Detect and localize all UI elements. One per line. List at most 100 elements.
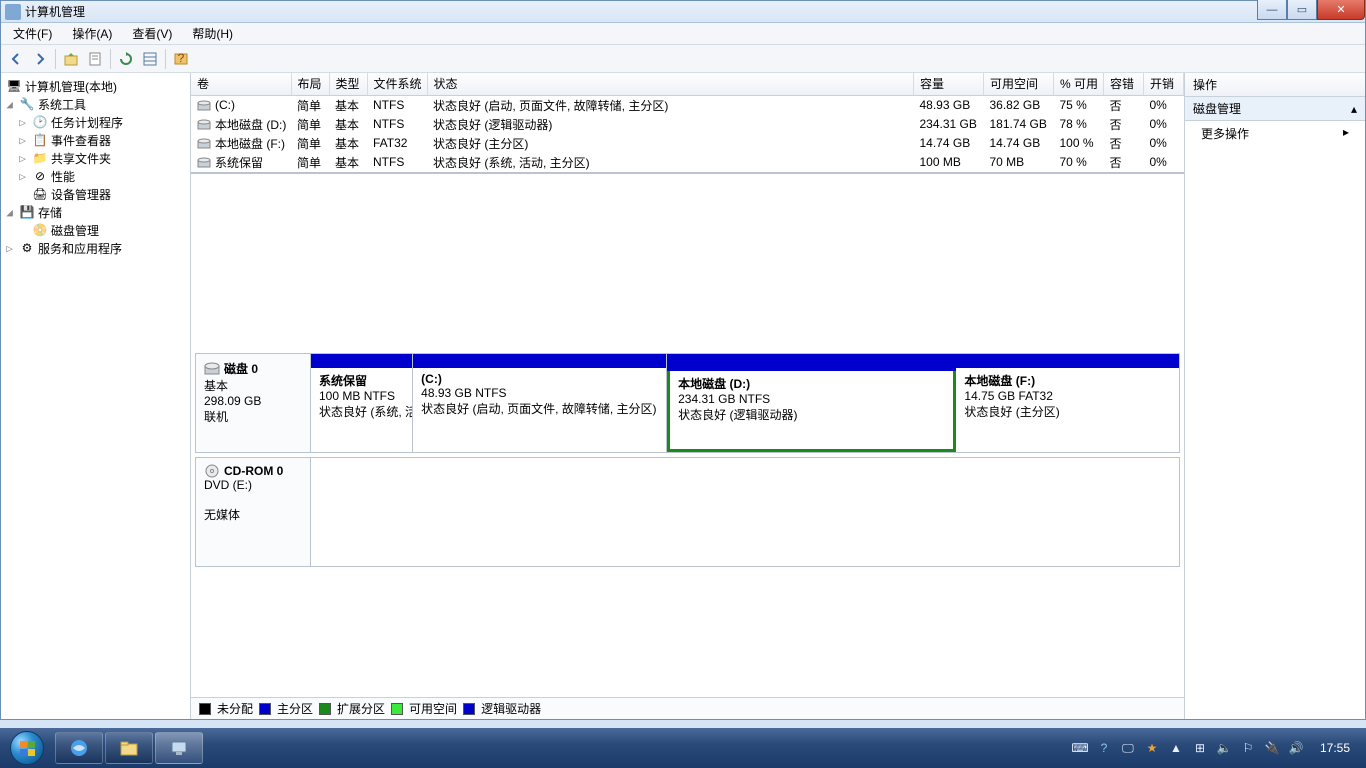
legend-primary-label: 主分区 — [277, 700, 313, 717]
cdrom-header[interactable]: CD-ROM 0 DVD (E:) 无媒体 — [196, 458, 311, 566]
disk-icon: 📀 — [32, 222, 48, 238]
disk0-header[interactable]: 磁盘 0 基本 298.09 GB 联机 — [196, 354, 311, 452]
tree-system-tools[interactable]: ◢🔧系统工具 — [3, 95, 188, 113]
separator — [110, 49, 111, 69]
computer-icon: 🖥 — [6, 78, 22, 94]
app-window: 计算机管理 — ▭ ✕ 文件(F) 操作(A) 查看(V) 帮助(H) ? 🖥计… — [0, 0, 1366, 720]
properties-button[interactable] — [84, 48, 106, 70]
nav-forward-button[interactable] — [29, 48, 51, 70]
device-icon: 🖨 — [32, 186, 48, 202]
close-button[interactable]: ✕ — [1317, 0, 1365, 20]
col-volume[interactable]: 卷 — [191, 73, 291, 95]
legend-free-swatch — [391, 703, 403, 715]
tray-volume-icon[interactable]: 🔊 — [1288, 740, 1304, 756]
tray-shield-icon[interactable]: ▲ — [1168, 740, 1184, 756]
menu-help[interactable]: 帮助(H) — [184, 23, 241, 44]
taskbar-compmgmt[interactable] — [155, 732, 203, 764]
tray-star-icon[interactable]: ★ — [1144, 740, 1160, 756]
actions-header: 操作 — [1185, 73, 1365, 97]
view-list-button[interactable] — [139, 48, 161, 70]
cdrom-icon — [204, 464, 220, 478]
tree-device-manager[interactable]: 🖨设备管理器 — [3, 185, 188, 203]
window-buttons: — ▭ ✕ — [1257, 0, 1365, 20]
col-fault[interactable]: 容错 — [1104, 73, 1144, 95]
volume-row[interactable]: 本地磁盘 (F:)简单基本FAT32状态良好 (主分区)14.74 GB14.7… — [191, 134, 1184, 153]
nav-tree[interactable]: 🖥计算机管理(本地) ◢🔧系统工具 ▷🕑任务计划程序 ▷📋事件查看器 ▷📁共享文… — [1, 73, 191, 719]
legend-unallocated-label: 未分配 — [217, 700, 253, 717]
storage-icon: 💾 — [19, 204, 35, 220]
partition[interactable]: 本地磁盘 (F:)14.75 GB FAT32状态良好 (主分区) — [956, 354, 1179, 452]
clock-icon: 🕑 — [32, 114, 48, 130]
taskbar[interactable]: ⌨ ? 🖵 ★ ▲ ⊞ 🔈 ⚐ 🔌 🔊 17:55 — [0, 728, 1366, 768]
help-button[interactable]: ? — [170, 48, 192, 70]
volume-row[interactable]: 本地磁盘 (D:)简单基本NTFS状态良好 (逻辑驱动器)234.31 GB18… — [191, 115, 1184, 134]
partition-color-bar — [413, 354, 666, 368]
menu-action[interactable]: 操作(A) — [64, 23, 120, 44]
tray-speaker-icon[interactable]: 🔈 — [1216, 740, 1232, 756]
taskbar-clock[interactable]: 17:55 — [1312, 741, 1358, 755]
tray-network-icon[interactable]: ⊞ — [1192, 740, 1208, 756]
tree-root[interactable]: 🖥计算机管理(本地) — [3, 77, 188, 95]
cdrom-row[interactable]: CD-ROM 0 DVD (E:) 无媒体 — [195, 457, 1180, 567]
cdrom-empty — [311, 458, 1179, 566]
separator — [55, 49, 56, 69]
titlebar[interactable]: 计算机管理 — ▭ ✕ — [1, 1, 1365, 23]
tray-power-icon[interactable]: 🔌 — [1264, 740, 1280, 756]
perf-icon: ⊘ — [32, 168, 48, 184]
services-icon: ⚙ — [19, 240, 35, 256]
actions-section[interactable]: 磁盘管理▴ — [1185, 97, 1365, 121]
tree-storage[interactable]: ◢💾存储 — [3, 203, 188, 221]
tree-task-scheduler[interactable]: ▷🕑任务计划程序 — [3, 113, 188, 131]
start-button[interactable] — [0, 728, 54, 768]
tray-flag-icon[interactable]: ⚐ — [1240, 740, 1256, 756]
grid-header-row[interactable]: 卷 布局 类型 文件系统 状态 容量 可用空间 % 可用 容错 开销 — [191, 73, 1184, 95]
up-button[interactable] — [60, 48, 82, 70]
col-free[interactable]: 可用空间 — [984, 73, 1054, 95]
volume-icon — [197, 157, 211, 169]
legend: 未分配 主分区 扩展分区 可用空间 逻辑驱动器 — [191, 697, 1184, 719]
partition-color-bar — [667, 354, 956, 371]
partition[interactable]: 本地磁盘 (D:)234.31 GB NTFS状态良好 (逻辑驱动器) — [667, 354, 956, 452]
legend-extended-swatch — [319, 703, 331, 715]
share-icon: 📁 — [32, 150, 48, 166]
volume-grid[interactable]: 卷 布局 类型 文件系统 状态 容量 可用空间 % 可用 容错 开销 (C:)简… — [191, 73, 1184, 174]
col-layout[interactable]: 布局 — [291, 73, 329, 95]
taskbar-explorer[interactable] — [105, 732, 153, 764]
tray-monitor-icon[interactable]: 🖵 — [1120, 740, 1136, 756]
minimize-button[interactable]: — — [1257, 0, 1287, 20]
legend-primary-swatch — [259, 703, 271, 715]
col-type[interactable]: 类型 — [329, 73, 367, 95]
taskbar-ie[interactable] — [55, 732, 103, 764]
col-pctfree[interactable]: % 可用 — [1054, 73, 1104, 95]
maximize-button[interactable]: ▭ — [1287, 0, 1317, 20]
legend-unallocated-swatch — [199, 703, 211, 715]
tree-disk-management[interactable]: 📀磁盘管理 — [3, 221, 188, 239]
volume-row[interactable]: 系统保留简单基本NTFS状态良好 (系统, 活动, 主分区)100 MB70 M… — [191, 153, 1184, 172]
event-icon: 📋 — [32, 132, 48, 148]
separator — [165, 49, 166, 69]
partition[interactable]: 系统保留100 MB NTFS状态良好 (系统, 活动, 主分区) — [311, 354, 413, 452]
col-overhead[interactable]: 开销 — [1144, 73, 1184, 95]
tree-performance[interactable]: ▷⊘性能 — [3, 167, 188, 185]
tree-services[interactable]: ▷⚙服务和应用程序 — [3, 239, 188, 257]
volume-row[interactable]: (C:)简单基本NTFS状态良好 (启动, 页面文件, 故障转储, 主分区)48… — [191, 95, 1184, 115]
disk0-row[interactable]: 磁盘 0 基本 298.09 GB 联机 系统保留100 MB NTFS状态良好… — [195, 353, 1180, 453]
system-tray[interactable]: ⌨ ? 🖵 ★ ▲ ⊞ 🔈 ⚐ 🔌 🔊 17:55 — [1064, 740, 1366, 756]
col-status[interactable]: 状态 — [427, 73, 914, 95]
tray-keyboard-icon[interactable]: ⌨ — [1072, 740, 1088, 756]
nav-back-button[interactable] — [5, 48, 27, 70]
tray-help-icon[interactable]: ? — [1096, 740, 1112, 756]
col-capacity[interactable]: 容量 — [914, 73, 984, 95]
menu-file[interactable]: 文件(F) — [5, 23, 60, 44]
grid-empty-area — [191, 174, 1184, 349]
menu-view[interactable]: 查看(V) — [124, 23, 180, 44]
submenu-icon: ▸ — [1343, 125, 1349, 142]
tree-shared-folders[interactable]: ▷📁共享文件夹 — [3, 149, 188, 167]
refresh-button[interactable] — [115, 48, 137, 70]
actions-more[interactable]: 更多操作▸ — [1185, 121, 1365, 146]
svg-text:?: ? — [178, 51, 185, 65]
tree-event-viewer[interactable]: ▷📋事件查看器 — [3, 131, 188, 149]
partition[interactable]: (C:)48.93 GB NTFS状态良好 (启动, 页面文件, 故障转储, 主… — [413, 354, 667, 452]
disk-graphical-view: 磁盘 0 基本 298.09 GB 联机 系统保留100 MB NTFS状态良好… — [191, 349, 1184, 698]
col-fs[interactable]: 文件系统 — [367, 73, 427, 95]
